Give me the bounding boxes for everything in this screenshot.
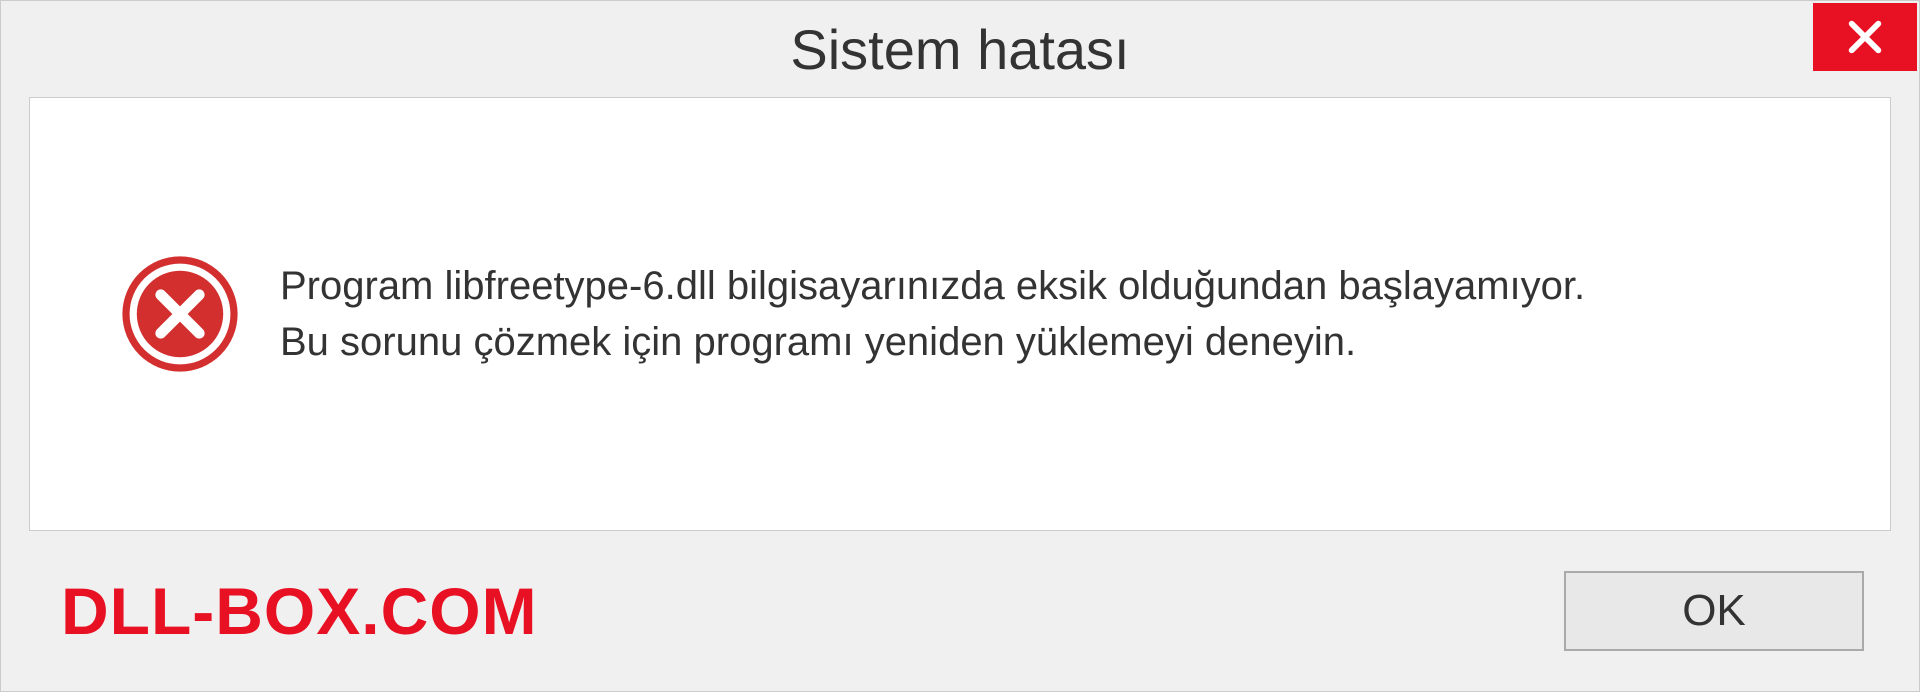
- dialog-title: Sistem hatası: [790, 17, 1129, 82]
- error-icon: [120, 254, 240, 374]
- titlebar: Sistem hatası: [1, 1, 1919, 97]
- dialog-footer: DLL-BOX.COM OK: [1, 531, 1919, 691]
- ok-button[interactable]: OK: [1564, 571, 1864, 651]
- message-line-2: Bu sorunu çözmek için programı yeniden y…: [280, 314, 1585, 370]
- message-line-1: Program libfreetype-6.dll bilgisayarınız…: [280, 258, 1585, 314]
- error-message: Program libfreetype-6.dll bilgisayarınız…: [280, 258, 1585, 370]
- close-button[interactable]: [1813, 3, 1917, 71]
- error-dialog: Sistem hatası Program libfreetype-6.dll …: [0, 0, 1920, 692]
- watermark-text: DLL-BOX.COM: [61, 573, 538, 649]
- close-icon: [1845, 17, 1885, 57]
- content-panel: Program libfreetype-6.dll bilgisayarınız…: [29, 97, 1891, 531]
